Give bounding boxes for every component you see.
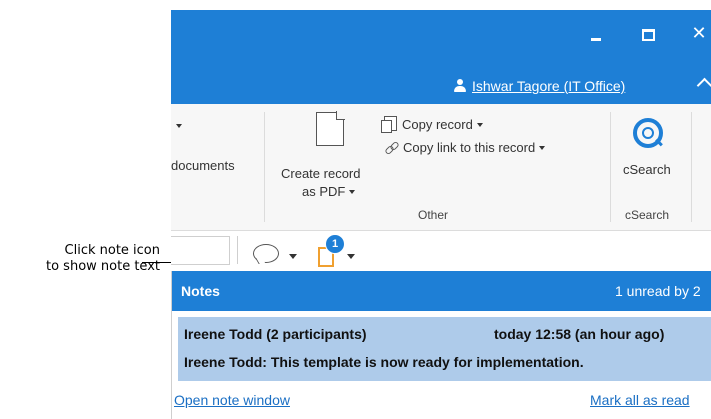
create-pdf-label-1: Create record [281, 166, 361, 181]
documents-button[interactable]: documents [171, 158, 235, 173]
pdf-icon [316, 111, 345, 146]
open-note-window-link[interactable]: Open note window [174, 392, 290, 408]
notes-header: Notes 1 unread by 2 [172, 271, 711, 311]
callout-line2: to show note text [46, 259, 160, 274]
group-label-csearch: cSearch [625, 208, 670, 222]
csearch-label: cSearch [623, 162, 671, 177]
toolbar-separator [237, 236, 238, 264]
create-pdf-label-2: as PDF [302, 184, 356, 199]
minimize-button[interactable] [585, 22, 609, 46]
notes-title: Notes [181, 283, 220, 299]
copy-record-button[interactable]: Copy record [381, 116, 483, 133]
ribbon-separator [691, 112, 692, 222]
note-author: Ireene Todd (2 participants) [184, 326, 367, 342]
title-bar: ✕ Ishwar Tagore (IT Office) [171, 10, 711, 104]
ribbon-separator [264, 112, 265, 222]
chevron-down-icon[interactable] [176, 124, 182, 128]
note-timestamp: today 12:58 (an hour ago) [494, 326, 665, 342]
collapse-ribbon-icon[interactable] [696, 77, 711, 94]
app-window: ✕ Ishwar Tagore (IT Office) documents Cr… [171, 10, 711, 419]
user-icon [454, 79, 466, 92]
callout-annotation: Click note icon to show note text [10, 243, 160, 275]
user-name-link[interactable]: Ishwar Tagore (IT Office) [472, 78, 625, 94]
chevron-down-icon[interactable] [347, 254, 355, 259]
close-button[interactable]: ✕ [687, 22, 711, 46]
link-icon [385, 141, 398, 154]
user-account[interactable]: Ishwar Tagore (IT Office) [454, 78, 625, 94]
note-count-badge: 1 [325, 234, 345, 254]
ribbon: documents Create record as PDF Copy reco… [171, 104, 711, 231]
csearch-icon [633, 118, 663, 148]
mark-all-read-link[interactable]: Mark all as read [590, 392, 690, 408]
maximize-button[interactable] [636, 22, 660, 46]
note-text: Ireene Todd: This template is now ready … [184, 354, 584, 370]
speech-bubble-icon[interactable] [253, 244, 279, 263]
chevron-down-icon[interactable] [289, 254, 297, 259]
notes-panel: Notes 1 unread by 2 Ireene Todd (2 parti… [171, 271, 711, 419]
unread-status: 1 unread by 2 [615, 283, 701, 299]
copy-icon [381, 116, 397, 133]
callout-line1: Click note icon [64, 243, 160, 258]
group-label-other: Other [418, 208, 449, 222]
copy-link-button[interactable]: Copy link to this record [385, 140, 546, 155]
note-item[interactable]: Ireene Todd (2 participants) today 12:58… [178, 317, 711, 381]
ribbon-separator [610, 112, 611, 222]
toolbar-input[interactable] [171, 236, 230, 265]
